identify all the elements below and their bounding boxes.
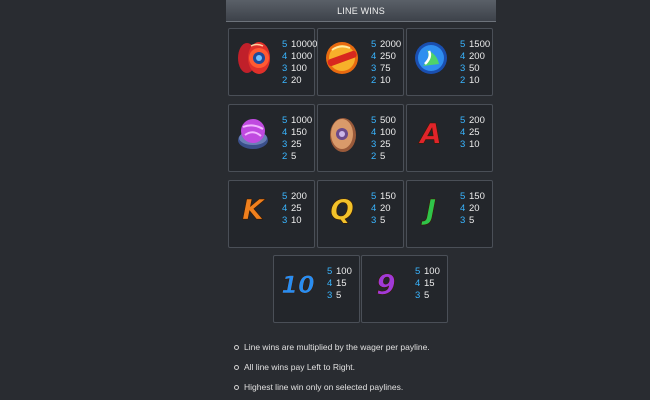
number-10-icon: 10	[281, 271, 315, 299]
pay-values: 5 1000 4 150 3 25 25	[282, 115, 313, 162]
pay-values: 5 100 4 15 35	[415, 266, 440, 301]
note-item: Highest line win only on selected paylin…	[234, 377, 430, 397]
pay-values: 5 100 4 15 35	[327, 266, 352, 301]
paytable-card-j: J 5 150 4 20 35	[406, 180, 493, 248]
paytable-card-10: 10 5 100 4 15 35	[273, 255, 360, 323]
letter-k-icon: K	[242, 193, 264, 226]
letter-j-icon: J	[425, 193, 437, 226]
bullet-icon	[234, 344, 239, 350]
pay-values: 5 10000 4 1000 3 100 2 20	[282, 39, 318, 86]
bullet-icon	[234, 384, 239, 390]
bullet-icon	[234, 364, 239, 370]
paytable-card-q: Q 5 150 4 20 35	[317, 180, 404, 248]
pay-values: 5 200 4 25 3 10	[460, 115, 485, 150]
letter-a-icon: A	[420, 117, 442, 150]
blue-yoyo-icon	[411, 38, 451, 78]
paytable-card-blue-yoyo: 5 1500 4 200 3 50 2 10	[406, 28, 493, 96]
paytable-card-purple-yoyo: 5 1000 4 150 3 25 25	[228, 104, 315, 172]
paytable-card-copper-yoyo: 5 500 4 100 3 25 25	[317, 104, 404, 172]
note-item: All line wins pay Left to Right.	[234, 357, 430, 377]
number-9-icon: 9	[376, 268, 396, 301]
paytable-card-orange-yoyo: 5 2000 4 250 3 75 2 10	[317, 28, 404, 96]
pay-values: 5 200 4 25 3 10	[282, 191, 307, 226]
pay-values: 5 1500 4 200 3 50 2 10	[460, 39, 491, 86]
paytable-card-9: 9 5 100 4 15 35	[361, 255, 448, 323]
pay-values: 5 150 4 20 35	[460, 191, 485, 226]
note-item: Line wins are multiplied by the wager pe…	[234, 337, 430, 357]
pay-values: 5 150 4 20 35	[371, 191, 396, 226]
red-yoyo-icon	[233, 38, 273, 78]
paytable-card-k: K 5 200 4 25 3 10	[228, 180, 315, 248]
purple-yoyo-icon	[233, 114, 273, 154]
paytable-card-red-yoyo: 5 10000 4 1000 3 100 2 20	[228, 28, 318, 96]
letter-q-icon: Q	[330, 193, 354, 226]
pay-values: 5 500 4 100 3 25 25	[371, 115, 396, 162]
rules-notes: Line wins are multiplied by the wager pe…	[234, 337, 430, 397]
pay-values: 5 2000 4 250 3 75 2 10	[371, 39, 402, 86]
copper-yoyo-icon	[322, 114, 362, 154]
line-wins-header: LINE WINS	[226, 0, 496, 22]
orange-yoyo-icon	[322, 38, 362, 78]
paytable-card-a: A 5 200 4 25 3 10	[406, 104, 493, 172]
